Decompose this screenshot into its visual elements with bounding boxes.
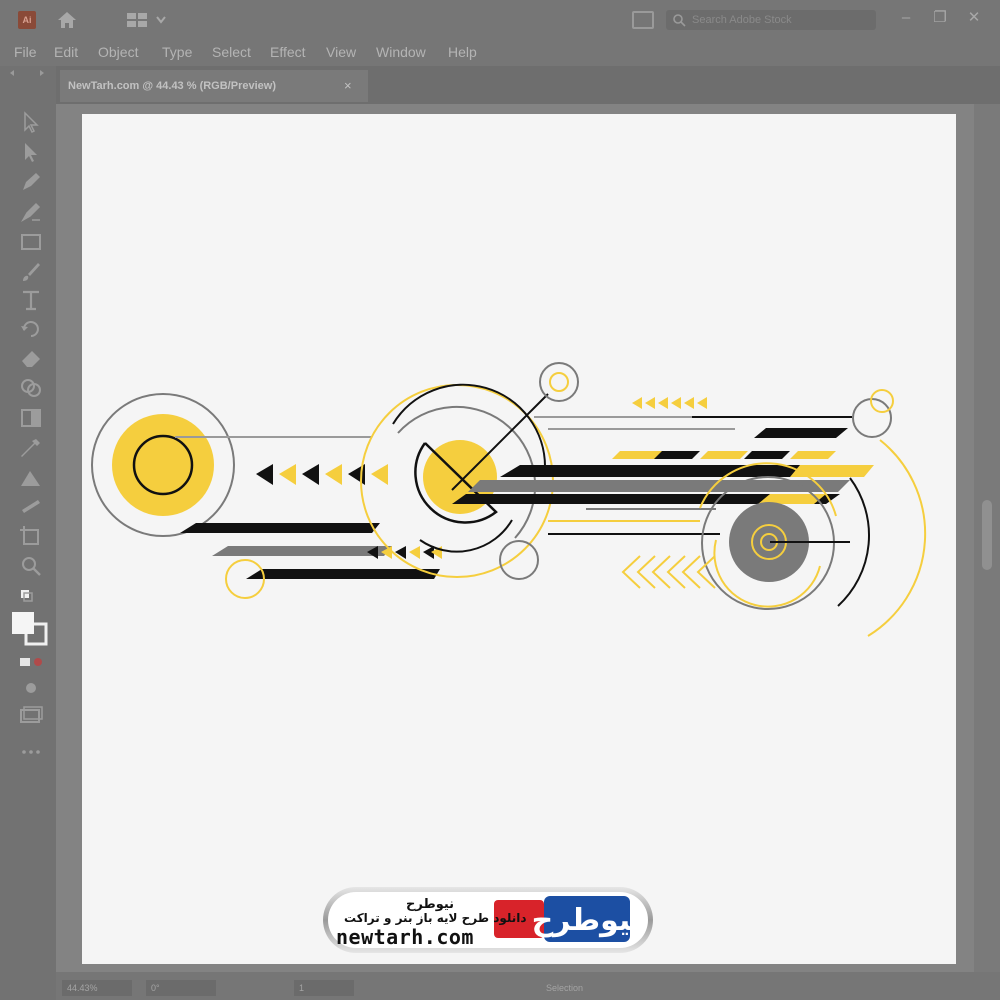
- watermark-name: نیوطرح: [406, 897, 455, 912]
- left-arrows: [256, 464, 388, 485]
- dashed-bar-row: [612, 451, 836, 459]
- left-target-group: [91, 393, 372, 537]
- watermark-tagline: دانلود طرح لایه باز بنر و تراکت: [344, 911, 527, 925]
- zoom-level-field[interactable]: 44.43%: [62, 980, 132, 996]
- watermark-domain: newtarh.com: [336, 925, 474, 949]
- artboard-navigator-field[interactable]: 1: [294, 980, 354, 996]
- rotation-field[interactable]: 0°: [146, 980, 216, 996]
- svg-text:نیوطرح: نیوطرح: [532, 903, 643, 938]
- artwork: [91, 362, 927, 637]
- status-mode-text: Selection: [546, 983, 584, 993]
- chevron-arrows: [621, 555, 716, 589]
